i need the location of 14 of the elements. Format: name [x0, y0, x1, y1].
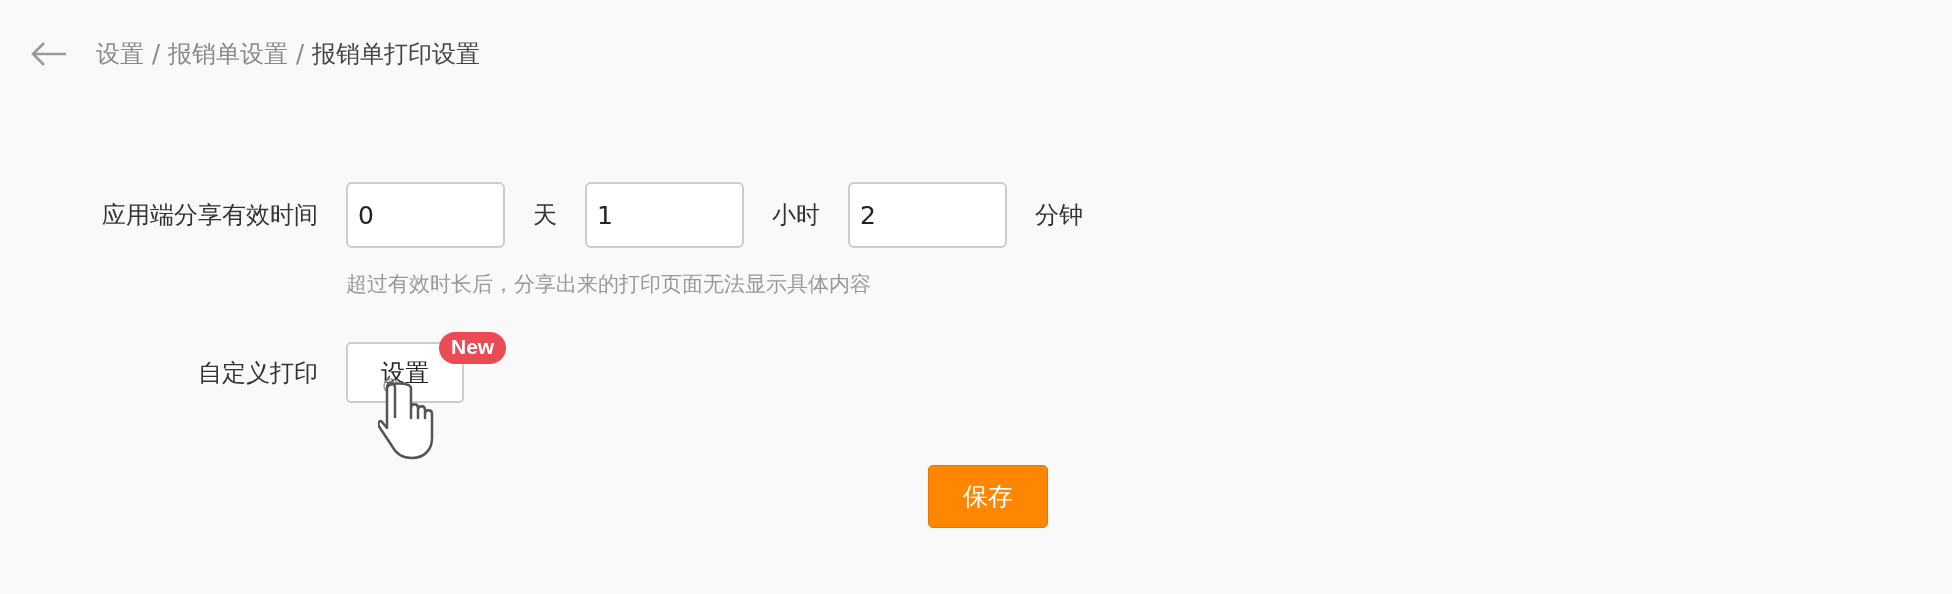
field-label: 自定义打印	[198, 357, 318, 389]
hint-text: 超过有效时长后，分享出来的打印页面无法显示具体内容	[346, 271, 872, 298]
unit-label: 天	[532, 200, 558, 231]
breadcrumb-current: 报销单打印设置	[312, 39, 481, 70]
unit-label: 小时	[771, 200, 821, 231]
new-badge: New	[439, 332, 507, 364]
breadcrumb-separator: /	[296, 40, 305, 68]
breadcrumb-separator: /	[152, 40, 161, 68]
input-field[interactable]: 1	[585, 182, 744, 248]
input-field[interactable]: 2	[848, 182, 1007, 248]
input-field[interactable]: 0	[346, 182, 505, 248]
back-arrow-icon[interactable]	[30, 40, 68, 68]
field-label: 应用端分享有效时间	[102, 200, 318, 231]
unit-label: 分钟	[1034, 200, 1084, 231]
